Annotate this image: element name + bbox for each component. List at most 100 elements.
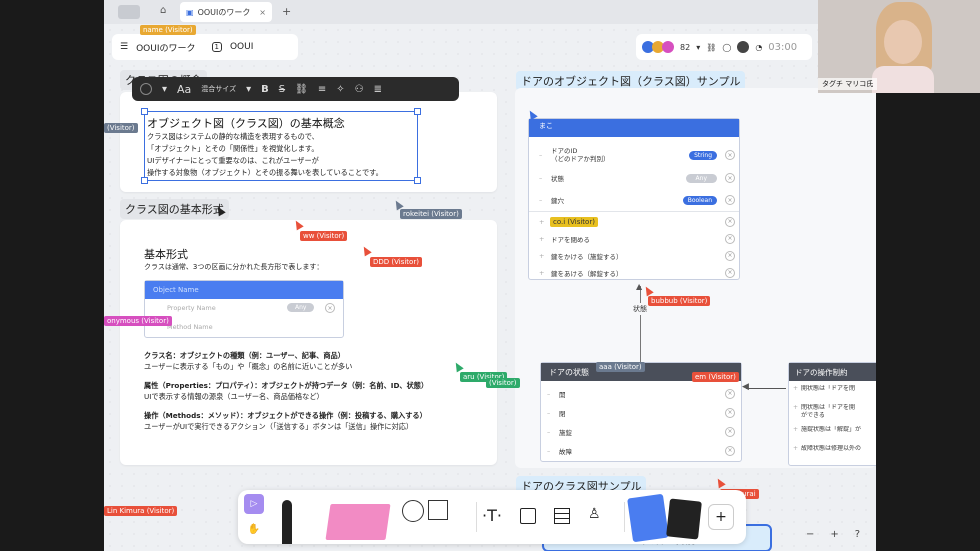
- rule-row[interactable]: + 施錠状態は「解錠」が: [793, 426, 876, 445]
- member-count[interactable]: 82: [680, 43, 690, 52]
- table-tool-icon[interactable]: [554, 508, 570, 524]
- rule-row[interactable]: + 故障状態は修理以外の: [793, 445, 876, 464]
- stamp-tool-icon[interactable]: ♙: [588, 506, 601, 522]
- sidebar-toggle-icon[interactable]: [118, 5, 140, 19]
- more-tools-button[interactable]: +: [708, 504, 734, 530]
- ai-icon[interactable]: ✧: [336, 84, 344, 95]
- font-size-select[interactable]: 混合サイズ: [201, 84, 236, 94]
- board-title[interactable]: OOUIのワーク: [136, 41, 195, 54]
- share-icon[interactable]: ⛓: [706, 43, 716, 52]
- property-row[interactable]: – 鍵穴 Boolean ×: [539, 189, 735, 211]
- type-badge[interactable]: Boolean: [682, 195, 717, 205]
- resize-handle[interactable]: [414, 108, 421, 115]
- item-head: クラス名：オブジェクトの種類（例：ユーザー、記事、商品）: [144, 351, 345, 360]
- tab-bar: ⌂ ▣ OOUIのワーク × +: [104, 0, 876, 24]
- org-icon: 1: [211, 42, 222, 52]
- board-header: ☰ OOUIのワーク 1 OOUI: [112, 34, 298, 60]
- shape-square-icon[interactable]: [428, 500, 448, 520]
- board-canvas[interactable]: ☰ OOUIのワーク 1 OOUI 82 ▾ ⛓ ◯ ◔ 03:00 クラス図の…: [104, 24, 876, 551]
- class-diagram-example[interactable]: Object Name Property Name Any × Method N…: [144, 280, 344, 338]
- remove-icon[interactable]: ×: [725, 173, 735, 183]
- home-icon[interactable]: ⌂: [160, 5, 166, 16]
- timer-icon[interactable]: ◔: [755, 43, 762, 52]
- resize-handle[interactable]: [141, 108, 148, 115]
- zoom-controls: − + ?: [798, 524, 868, 544]
- close-icon[interactable]: ×: [259, 8, 266, 17]
- rule-row[interactable]: + 開状態は「ドアを閉: [793, 385, 876, 404]
- remove-icon[interactable]: ×: [725, 426, 735, 437]
- chevron-down-icon[interactable]: ▾: [246, 84, 251, 95]
- tab-ooui-work[interactable]: ▣ OOUIのワーク ×: [180, 2, 272, 22]
- mindmap-icon[interactable]: ⚇: [355, 84, 364, 95]
- org-title[interactable]: OOUI: [230, 42, 253, 52]
- type-badge[interactable]: String: [689, 150, 717, 160]
- help-button[interactable]: ?: [855, 529, 860, 540]
- section-basic-label[interactable]: クラス図の基本形式: [120, 199, 229, 219]
- relation-label[interactable]: 状態: [632, 303, 648, 315]
- frame-tool-icon[interactable]: [520, 508, 536, 524]
- remove-icon[interactable]: ×: [725, 407, 735, 418]
- remove-icon[interactable]: ×: [725, 150, 735, 160]
- visitor-label: まこ: [536, 120, 556, 132]
- sticky-note-icon[interactable]: [325, 504, 391, 540]
- font-button[interactable]: Aa: [177, 83, 191, 96]
- object-name-header[interactable]: Object Name: [145, 281, 343, 299]
- rule-text: 開状態は「ドアを閉: [801, 385, 856, 392]
- method-row[interactable]: + ドアを閉める ×: [539, 230, 735, 247]
- zoom-in-button[interactable]: +: [830, 529, 838, 540]
- remove-icon[interactable]: ×: [325, 303, 335, 313]
- method-row[interactable]: + 鍵をかける（施錠する） ×: [539, 247, 735, 264]
- align-icon[interactable]: ≣: [374, 84, 382, 95]
- timer[interactable]: 03:00: [768, 42, 797, 53]
- remove-icon[interactable]: ×: [725, 250, 735, 261]
- type-badge[interactable]: Any: [685, 173, 717, 183]
- color-picker-icon[interactable]: [140, 83, 152, 95]
- comment-icon[interactable]: ◯: [722, 43, 731, 52]
- new-tab-button[interactable]: +: [282, 5, 291, 18]
- state-row[interactable]: – 施錠 ×: [547, 422, 735, 441]
- state-row[interactable]: – 開 ×: [547, 384, 735, 403]
- visitor-label: name (Visitor): [140, 25, 196, 35]
- remove-icon[interactable]: ×: [725, 388, 735, 399]
- link-icon[interactable]: ⛓: [295, 84, 308, 95]
- method-row[interactable]: + 鍵をあける（解錠する） ×: [539, 264, 735, 281]
- remove-icon[interactable]: ×: [725, 267, 735, 278]
- remove-icon[interactable]: ×: [725, 216, 735, 227]
- template-icon[interactable]: [627, 493, 669, 543]
- menu-icon[interactable]: ☰: [120, 42, 128, 52]
- shape-circle-icon[interactable]: [402, 500, 424, 522]
- door-header[interactable]: ア: [529, 119, 739, 137]
- remove-icon[interactable]: ×: [725, 233, 735, 244]
- rule-row[interactable]: + 閉状態は「ドアを開 ができる: [793, 404, 876, 426]
- remove-icon[interactable]: ×: [725, 195, 735, 205]
- relation-line[interactable]: [746, 388, 786, 389]
- bold-button[interactable]: B: [261, 84, 269, 95]
- avatar[interactable]: [737, 41, 750, 53]
- door-rules-card[interactable]: ドアの操作制約 + 開状態は「ドアを閉 + 閉状態は「ドアを開 ができる + 施錠状態…: [788, 362, 876, 466]
- relation-line[interactable]: [640, 286, 641, 362]
- format-toolbar: ▾ Aa 混合サイズ ▾ B S ⛓ ≡ ✧ ⚇ ≣: [132, 77, 459, 101]
- chevron-down-icon[interactable]: ▾: [162, 84, 167, 95]
- state-row[interactable]: – 故障 ×: [547, 441, 735, 460]
- hand-tool-icon[interactable]: ✋: [244, 520, 264, 540]
- template-icon[interactable]: [666, 498, 702, 540]
- video-participant[interactable]: タグチ マリコ氏: [818, 0, 980, 93]
- chevron-down-icon[interactable]: ▾: [696, 43, 700, 52]
- select-tool-icon[interactable]: ▷: [244, 494, 264, 514]
- door-class-card[interactable]: ア –ドアのID （どのドアか判別） String× –状態 Any× –鍵穴 …: [528, 118, 740, 280]
- door-rules-title[interactable]: ドアの操作制約: [789, 363, 876, 381]
- strikethrough-button[interactable]: S: [279, 84, 285, 95]
- text-tool-icon[interactable]: ·T·: [482, 506, 502, 525]
- text-selection-box[interactable]: オブジェクト図（クラス図）の基本概念 クラス図はシステムの静的な構造を表現するも…: [141, 108, 421, 184]
- list-icon[interactable]: ≡: [318, 84, 326, 95]
- remove-icon[interactable]: ×: [725, 445, 735, 456]
- zoom-out-button[interactable]: −: [806, 529, 814, 540]
- property-row[interactable]: – ドアのID （どのドアか判別） String ×: [539, 143, 735, 167]
- property-row[interactable]: – 状態 Any ×: [539, 167, 735, 189]
- pen-tool-icon[interactable]: [282, 500, 292, 544]
- basic-card[interactable]: 基本形式 クラスは通常、3つの区画に分かれた長方形で表します： Object N…: [120, 220, 497, 465]
- resize-handle[interactable]: [414, 177, 421, 184]
- state-row[interactable]: – 閉 ×: [547, 403, 735, 422]
- type-badge[interactable]: Any: [287, 303, 315, 312]
- avatar[interactable]: [662, 41, 674, 53]
